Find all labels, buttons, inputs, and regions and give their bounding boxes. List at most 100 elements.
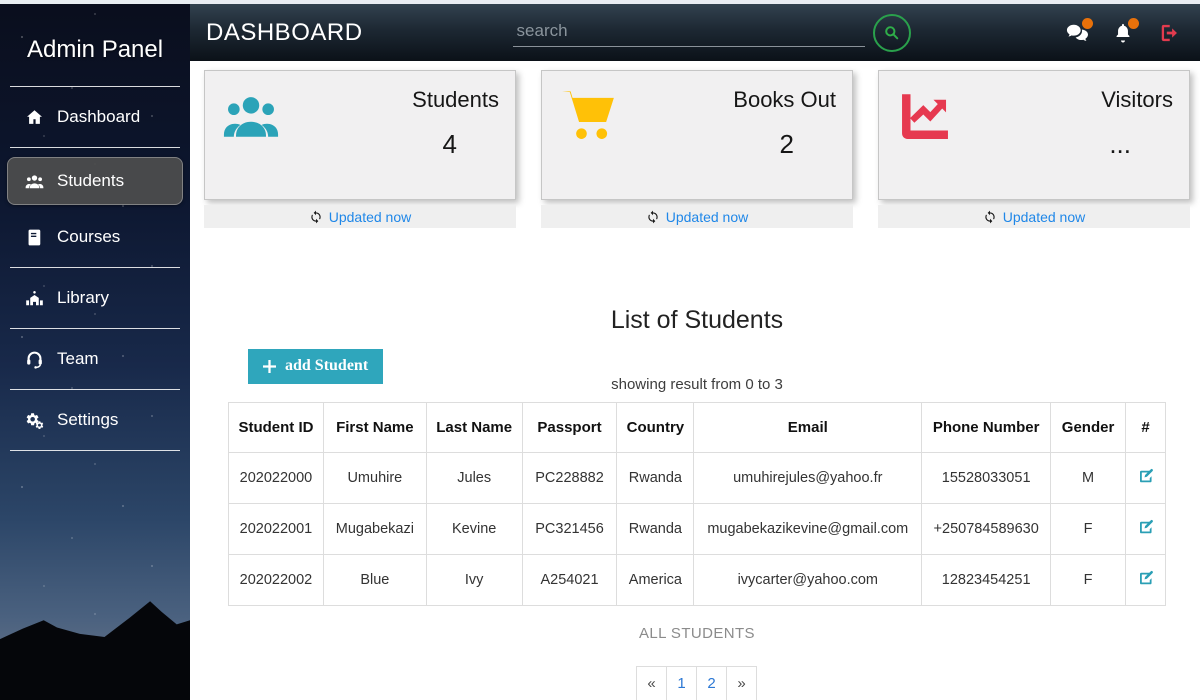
logout-button[interactable] xyxy=(1158,22,1180,44)
cell-first-name: Mugabekazi xyxy=(323,504,426,555)
notification-badge xyxy=(1082,18,1093,29)
cell-student-id: 202022001 xyxy=(229,504,324,555)
visitors-card-body: Visitors ... xyxy=(878,70,1190,200)
col-header: Phone Number xyxy=(922,403,1051,453)
pen-square-icon xyxy=(1137,518,1155,536)
sign-out-icon xyxy=(1158,31,1180,48)
students-table: Student ID First Name Last Name Passport… xyxy=(228,402,1166,606)
sidebar-item-label: Settings xyxy=(57,410,118,430)
updated-now-label: Updated now xyxy=(329,209,412,225)
table-row: 202022001 Mugabekazi Kevine PC321456 Rwa… xyxy=(229,504,1166,555)
pagination-page-2[interactable]: 2 xyxy=(696,666,727,700)
cell-first-name: Umuhire xyxy=(323,453,426,504)
sidebar: Admin Panel Dashboard Students Course xyxy=(0,4,190,700)
cart-icon xyxy=(558,87,618,199)
card-updated-link[interactable]: Updated now xyxy=(878,205,1190,228)
col-header: # xyxy=(1126,403,1166,453)
search-input[interactable] xyxy=(513,18,865,47)
sidebar-item-students[interactable]: Students xyxy=(7,157,183,205)
cell-first-name: Blue xyxy=(323,555,426,606)
card-label: Students xyxy=(412,87,499,113)
edit-row-button[interactable] xyxy=(1137,518,1155,536)
users-icon xyxy=(25,172,44,191)
cell-country: Rwanda xyxy=(617,453,694,504)
card-value: 4 xyxy=(443,129,457,160)
visitors-card: Visitors ... Updated now xyxy=(878,70,1190,228)
cell-gender: M xyxy=(1051,453,1126,504)
notification-badge xyxy=(1128,18,1139,29)
cogs-icon xyxy=(25,411,44,430)
edit-row-button[interactable] xyxy=(1137,569,1155,587)
pen-square-icon xyxy=(1137,467,1155,485)
sidebar-item-library[interactable]: Library xyxy=(0,275,190,321)
sidebar-item-team[interactable]: Team xyxy=(0,336,190,382)
sidebar-divider xyxy=(10,86,180,87)
comments-icon xyxy=(1066,31,1088,48)
add-student-button[interactable]: add Student xyxy=(248,349,383,384)
updated-now-label: Updated now xyxy=(1003,209,1086,225)
cell-phone: +250784589630 xyxy=(922,504,1051,555)
headset-icon xyxy=(25,350,44,369)
col-header: Passport xyxy=(522,403,617,453)
cell-passport: PC228882 xyxy=(522,453,617,504)
cell-email: mugabekazikevine@gmail.com xyxy=(694,504,922,555)
sidebar-item-label: Students xyxy=(57,171,124,191)
card-updated-link[interactable]: Updated now xyxy=(204,205,516,228)
cell-student-id: 202022002 xyxy=(229,555,324,606)
col-header: Email xyxy=(694,403,922,453)
books-out-card-body: Books Out 2 xyxy=(541,70,853,200)
col-header: Country xyxy=(617,403,694,453)
refresh-icon xyxy=(983,210,997,224)
cell-country: America xyxy=(617,555,694,606)
books-out-card: Books Out 2 Updated now xyxy=(541,70,853,228)
sidebar-title: Admin Panel xyxy=(0,4,190,86)
pagination-page-1[interactable]: 1 xyxy=(666,666,697,700)
cell-phone: 15528033051 xyxy=(922,453,1051,504)
students-card-body: Students 4 xyxy=(204,70,516,200)
card-label: Books Out xyxy=(733,87,836,113)
table-header-row: Student ID First Name Last Name Passport… xyxy=(229,403,1166,453)
page-title: DASHBOARD xyxy=(206,19,363,47)
pen-square-icon xyxy=(1137,569,1155,587)
refresh-icon xyxy=(309,210,323,224)
sidebar-item-dashboard[interactable]: Dashboard xyxy=(0,94,190,140)
cell-email: umuhirejules@yahoo.fr xyxy=(694,453,922,504)
cell-last-name: Kevine xyxy=(426,504,522,555)
pagination: « 1 2 » xyxy=(190,666,1200,700)
refresh-icon xyxy=(646,210,660,224)
updated-now-label: Updated now xyxy=(666,209,749,225)
cell-country: Rwanda xyxy=(617,504,694,555)
cell-last-name: Ivy xyxy=(426,555,522,606)
cell-gender: F xyxy=(1051,504,1126,555)
bell-icon xyxy=(1112,31,1134,48)
sidebar-divider xyxy=(10,328,180,329)
school-icon xyxy=(25,289,44,308)
cell-email: ivycarter@yahoo.com xyxy=(694,555,922,606)
cell-passport: A254021 xyxy=(522,555,617,606)
sidebar-item-label: Library xyxy=(57,288,109,308)
pagination-prev[interactable]: « xyxy=(636,666,667,700)
all-students-label: ALL STUDENTS xyxy=(190,625,1200,642)
search-icon xyxy=(882,23,901,42)
pagination-next[interactable]: » xyxy=(726,666,757,700)
cell-last-name: Jules xyxy=(426,453,522,504)
messages-button[interactable] xyxy=(1066,22,1088,44)
students-card: Students 4 Updated now xyxy=(204,70,516,228)
edit-row-button[interactable] xyxy=(1137,467,1155,485)
cell-phone: 12823454251 xyxy=(922,555,1051,606)
main-content: Students 4 Updated now xyxy=(190,61,1200,700)
sidebar-item-label: Dashboard xyxy=(57,107,140,127)
card-updated-link[interactable]: Updated now xyxy=(541,205,853,228)
search-button[interactable] xyxy=(873,14,911,52)
table-row: 202022002 Blue Ivy A254021 America ivyca… xyxy=(229,555,1166,606)
col-header: Student ID xyxy=(229,403,324,453)
col-header: First Name xyxy=(323,403,426,453)
stat-cards: Students 4 Updated now xyxy=(190,61,1200,228)
home-icon xyxy=(25,108,44,127)
alerts-button[interactable] xyxy=(1112,22,1134,44)
sidebar-item-label: Team xyxy=(57,349,99,369)
sidebar-item-courses[interactable]: Courses xyxy=(0,214,190,260)
sidebar-item-settings[interactable]: Settings xyxy=(0,397,190,443)
sidebar-divider xyxy=(10,267,180,268)
sidebar-divider xyxy=(10,147,180,148)
